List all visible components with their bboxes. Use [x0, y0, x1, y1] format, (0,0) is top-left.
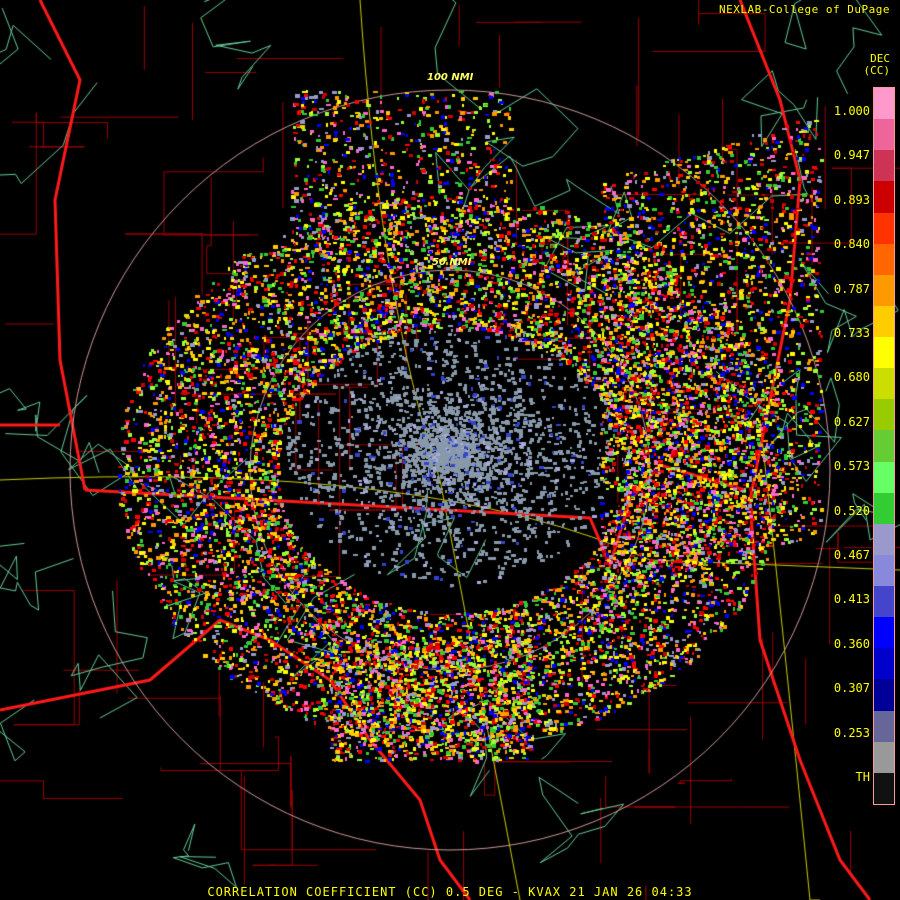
ring-label-100: 100 NMI: [427, 72, 474, 83]
legend-swatch: [874, 679, 894, 711]
legend-swatch: [874, 88, 894, 120]
legend-swatch: [874, 554, 894, 586]
legend-tick-label: 0.307: [833, 681, 870, 696]
legend-swatch: [874, 368, 894, 400]
legend-tick-label: 0.627: [833, 414, 870, 429]
legend-swatch: [874, 492, 894, 524]
legend-swatch: [874, 648, 894, 680]
legend-tick-label: 0.413: [833, 592, 870, 607]
legend-swatch: [874, 772, 894, 804]
legend-tick-label: 0.840: [833, 237, 870, 252]
legend-swatch: [874, 119, 894, 151]
legend-tick-label: TH: [855, 770, 870, 784]
legend-swatch: [874, 617, 894, 649]
legend-swatch: [874, 399, 894, 431]
legend-tick-label: 0.893: [833, 192, 870, 207]
legend-tick-label: 1.000: [833, 104, 870, 118]
legend-tick-label: 0.947: [833, 148, 870, 163]
legend-units: DEC (CC): [838, 53, 891, 77]
legend-swatch: [874, 150, 894, 182]
legend-tick-label: 0.253: [833, 725, 870, 740]
legend-units-line2: (CC): [863, 64, 891, 77]
legend-tick-label: 0.520: [833, 503, 870, 518]
legend-swatch: [874, 243, 894, 275]
legend-tick-label: 0.787: [833, 281, 870, 296]
legend-swatch: [874, 274, 894, 306]
legend-color-bar: [873, 87, 895, 805]
legend-swatch: [874, 212, 894, 244]
legend-swatch: [874, 430, 894, 462]
legend-tick-label: 0.680: [833, 370, 870, 385]
legend-swatch: [874, 181, 894, 213]
legend-swatch: [874, 461, 894, 493]
legend-swatch: [874, 523, 894, 555]
legend-swatch: [874, 710, 894, 742]
radar-map: [0, 0, 900, 900]
legend-swatch: [874, 305, 894, 337]
legend-tick-label: 0.573: [833, 459, 870, 474]
ring-label-50: 50 NMI: [432, 257, 472, 268]
legend-swatch: [874, 586, 894, 618]
legend-tick-label: 0.360: [833, 636, 870, 651]
legend-swatch: [874, 337, 894, 369]
credit-text: NEXLAB-College of DuPage: [719, 3, 890, 16]
legend-swatch: [874, 741, 894, 773]
product-footer: CORRELATION COEFFICIENT (CC) 0.5 DEG - K…: [207, 885, 693, 899]
legend-tick-label: 0.467: [833, 548, 870, 562]
legend-tick-label: 0.733: [833, 326, 870, 340]
